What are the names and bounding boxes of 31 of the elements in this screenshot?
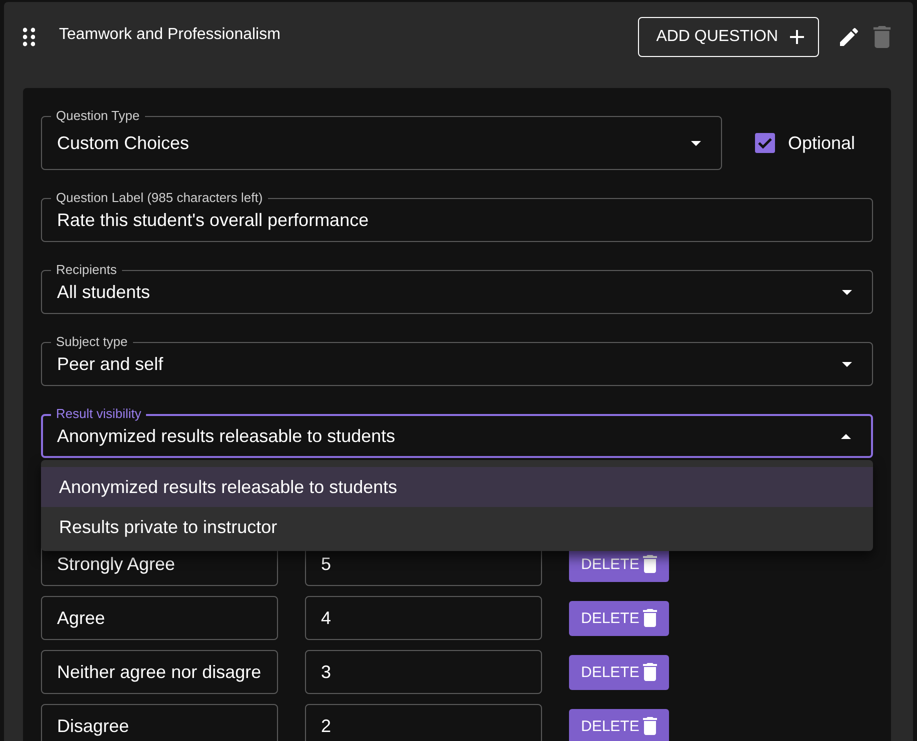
section-title: Teamwork and Professionalism (59, 26, 282, 44)
field-label: Subject type (51, 334, 133, 350)
choice-value-field[interactable]: 2 (305, 704, 542, 741)
delete-choice-button[interactable]: DELETE (569, 654, 670, 690)
plus-icon (790, 30, 804, 44)
delete-choice-button[interactable]: DELETE (569, 708, 670, 741)
choice-value-field[interactable]: 3 (305, 650, 542, 694)
dropdown-caret-icon (841, 434, 851, 438)
choice-label-field[interactable]: Disagree (41, 704, 278, 741)
edit-icon[interactable] (837, 25, 861, 49)
optional-checkbox[interactable] (754, 132, 776, 154)
menu-option[interactable]: Anonymized results releasable to students (41, 467, 873, 507)
field-label: Result visibility (51, 406, 146, 422)
trash-icon (643, 555, 658, 573)
choice-label-field[interactable]: Neither agree nor disagre (41, 650, 278, 694)
delete-choice-button[interactable]: DELETE (569, 600, 670, 636)
add-question-button[interactable]: ADD QUESTION (638, 17, 819, 57)
optional-label: Optional (788, 132, 855, 154)
choice-value-field[interactable]: 4 (305, 596, 542, 640)
field-label: Question Type (51, 108, 145, 124)
drag-handle-icon[interactable] (23, 27, 35, 47)
field-label: Question Label (985 characters left) (51, 190, 268, 206)
field-label: Recipients (51, 262, 122, 278)
trash-icon (643, 609, 658, 627)
trash-icon (643, 717, 658, 735)
trash-icon (643, 663, 658, 681)
dropdown-caret-icon (690, 140, 701, 146)
choice-label-field[interactable]: Agree (41, 596, 278, 640)
dropdown-caret-icon (842, 362, 852, 366)
dropdown-caret-icon (842, 290, 852, 294)
delete-icon[interactable] (873, 26, 891, 48)
